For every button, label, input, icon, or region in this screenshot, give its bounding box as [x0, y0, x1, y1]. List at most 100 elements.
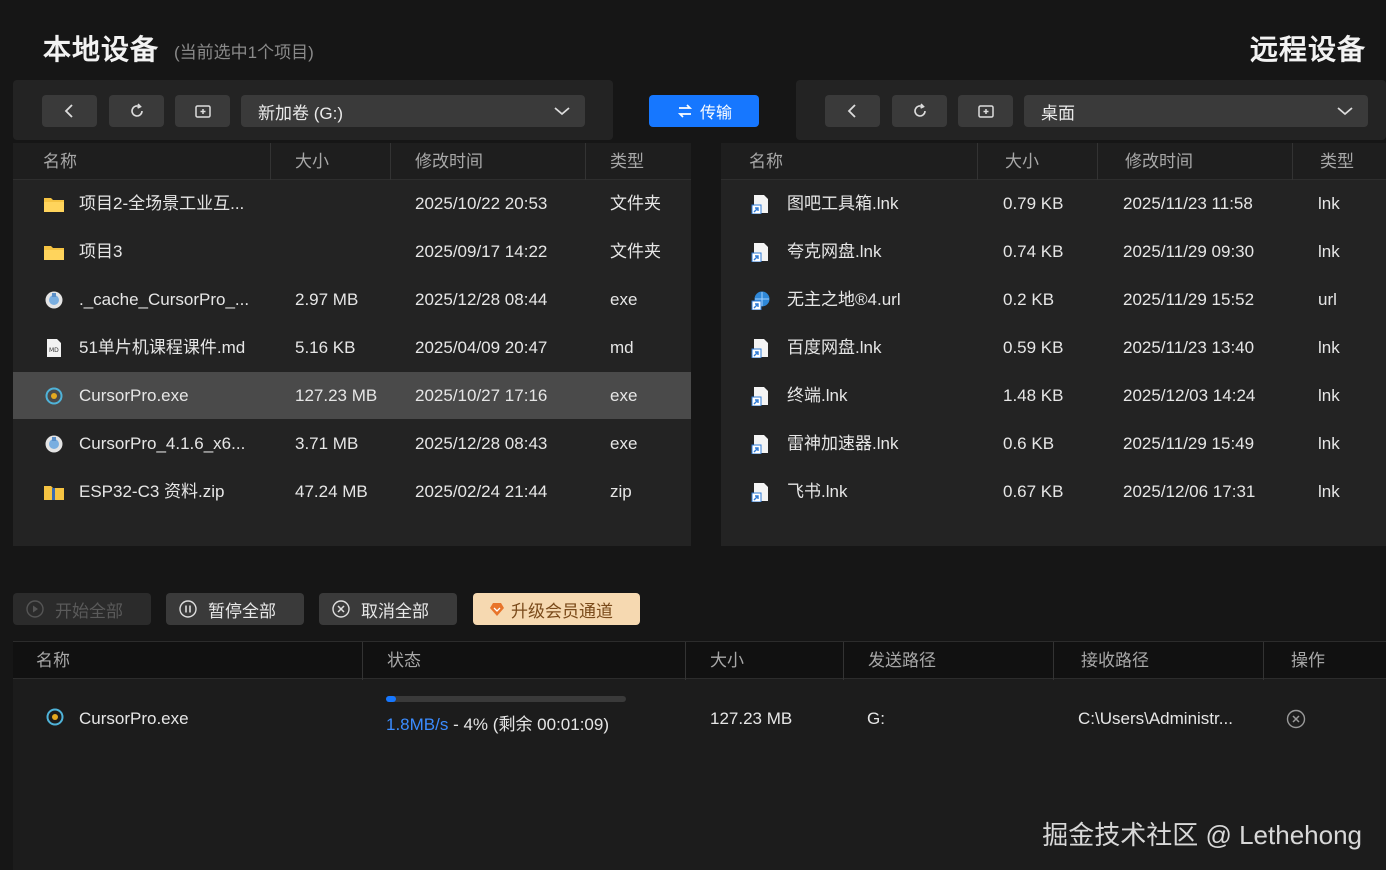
upgrade-vip-label: 升级会员通道	[511, 601, 613, 621]
remote-device-title: 远程设备	[1249, 34, 1366, 65]
transfer-button[interactable]: 传输	[649, 95, 759, 127]
status-separator: -	[448, 715, 464, 734]
remote-table-header: 名称 大小 修改时间 类型	[721, 143, 1386, 180]
file-row[interactable]: ESP32-C3 资料.zip 47.24 MB 2025/02/24 21:44 z…	[13, 468, 691, 515]
file-size: 47.24 MB	[295, 482, 368, 501]
col-modified[interactable]: 修改时间	[1097, 143, 1292, 180]
transfer-receive-path: C:\Users\Administr...	[1078, 709, 1233, 728]
back-button[interactable]	[42, 95, 97, 127]
file-row[interactable]: CursorPro.exe 127.23 MB 2025/10/27 17:16 ex…	[13, 372, 691, 419]
refresh-button[interactable]	[109, 95, 164, 127]
remote-back-button[interactable]	[825, 95, 880, 127]
file-modified: 2025/09/17 14:22	[415, 242, 548, 261]
col-name[interactable]: 名称	[33, 143, 270, 180]
file-row[interactable]: 图吧工具箱.lnk 0.79 KB 2025/11/23 11:58 lnk	[721, 180, 1386, 227]
file-name: CursorPro.exe	[79, 386, 189, 405]
remote-toolbar: 桌面	[796, 80, 1386, 140]
file-type: lnk	[1318, 194, 1340, 213]
new-folder-button[interactable]	[175, 95, 230, 127]
remote-new-folder-button[interactable]	[958, 95, 1013, 127]
installer-icon	[45, 291, 63, 309]
file-modified: 2025/04/09 20:47	[415, 338, 548, 357]
cancel-all-button[interactable]: 取消全部	[319, 593, 457, 625]
markdown-file-icon: MD	[47, 339, 61, 357]
col-send-path: 发送路径	[843, 642, 1053, 680]
col-receive-path: 接收路径	[1053, 642, 1263, 680]
col-size[interactable]: 大小	[270, 143, 390, 180]
app-exe-icon	[46, 708, 64, 726]
shortcut-icon	[751, 243, 768, 262]
file-type: zip	[610, 482, 632, 501]
col-transfer-name: 名称	[36, 651, 70, 670]
file-row[interactable]: 项目3 2025/09/17 14:22 文件夹	[13, 228, 691, 275]
col-action: 操作	[1263, 642, 1386, 680]
pause-all-button[interactable]: 暂停全部	[166, 593, 304, 625]
folder-icon	[44, 246, 64, 260]
chevron-down-icon	[1337, 107, 1353, 116]
file-modified: 2025/12/28 08:43	[415, 434, 548, 453]
new-folder-icon	[194, 105, 211, 118]
upgrade-vip-button[interactable]: 升级会员通道	[473, 593, 640, 625]
col-type[interactable]: 类型	[585, 143, 691, 180]
file-size: 0.6 KB	[1003, 434, 1055, 453]
shortcut-icon	[751, 339, 768, 358]
file-size: 0.74 KB	[1003, 242, 1064, 261]
file-row[interactable]: 无主之地®4.url 0.2 KB 2025/11/29 15:52 url	[721, 276, 1386, 323]
transfer-size: 127.23 MB	[710, 709, 793, 728]
local-table-header: 名称 大小 修改时间 类型	[13, 143, 691, 180]
watermark: 掘金技术社区 @ Lethehong	[1042, 820, 1362, 850]
file-row[interactable]: 百度网盘.lnk 0.59 KB 2025/11/23 13:40 lnk	[721, 324, 1386, 371]
local-path-label: 新加卷 (G:)	[258, 103, 343, 123]
zip-folder-icon	[44, 486, 64, 500]
file-row[interactable]: 夸克网盘.lnk 0.74 KB 2025/11/29 09:30 lnk	[721, 228, 1386, 275]
col-name[interactable]: 名称	[739, 143, 977, 180]
file-row[interactable]: 项目2-全场景工业互... 2025/10/22 20:53 文件夹	[13, 180, 691, 227]
remote-refresh-button[interactable]	[892, 95, 947, 127]
file-row[interactable]: ._cache_CursorPro_... 2.97 MB 2025/12/28 0…	[13, 276, 691, 323]
col-modified[interactable]: 修改时间	[390, 143, 585, 180]
file-type: lnk	[1318, 242, 1340, 261]
file-name: 雷神加速器.lnk	[787, 434, 899, 453]
remote-path-select[interactable]: 桌面	[1024, 95, 1368, 127]
file-row[interactable]: 终端.lnk 1.48 KB 2025/12/03 14:24 lnk	[721, 372, 1386, 419]
shortcut-icon	[751, 195, 768, 214]
file-size: 2.97 MB	[295, 290, 359, 309]
diamond-heart-icon	[490, 603, 504, 616]
file-name: 项目3	[79, 242, 123, 261]
transfer-status-text: 1.8MB/s - 4% (剩余 00:01:09)	[386, 701, 609, 748]
file-name: 百度网盘.lnk	[787, 338, 882, 357]
url-globe-icon	[751, 291, 770, 310]
file-row[interactable]: 雷神加速器.lnk 0.6 KB 2025/11/29 15:49 lnk	[721, 420, 1386, 467]
file-type: lnk	[1318, 338, 1340, 357]
file-modified: 2025/11/29 15:49	[1123, 434, 1255, 453]
selection-count: (当前选中1个项目)	[174, 43, 314, 62]
file-name: CursorPro_4.1.6_x6...	[79, 434, 246, 453]
cancel-all-label: 取消全部	[361, 601, 429, 621]
local-path-select[interactable]: 新加卷 (G:)	[241, 95, 585, 127]
col-type[interactable]: 类型	[1292, 143, 1386, 180]
file-type: exe	[610, 386, 638, 405]
file-modified: 2025/10/22 20:53	[415, 194, 548, 213]
transfer-percent: 4%	[463, 715, 489, 734]
start-all-button[interactable]: 开始全部	[13, 593, 151, 625]
file-modified: 2025/10/27 17:16	[415, 386, 548, 405]
file-row[interactable]: 飞书.lnk 0.67 KB 2025/12/06 17:31 lnk	[721, 468, 1386, 515]
swap-icon	[677, 104, 693, 118]
local-toolbar: 新加卷 (G:)	[13, 80, 613, 140]
file-type: url	[1318, 290, 1337, 309]
file-size: 127.23 MB	[295, 386, 378, 405]
transfer-remaining: (剩余 00:01:09)	[492, 715, 610, 734]
file-type: lnk	[1318, 434, 1340, 453]
remote-file-list: 名称 大小 修改时间 类型 图吧工具箱.lnk 0.79 KB 2025/11/23…	[721, 143, 1386, 546]
file-row[interactable]: CursorPro_4.1.6_x6... 3.71 MB 2025/12/28 0…	[13, 420, 691, 467]
installer-icon	[45, 435, 63, 453]
cancel-transfer-icon[interactable]	[1286, 709, 1306, 729]
col-size[interactable]: 大小	[977, 143, 1097, 180]
shortcut-icon	[751, 435, 768, 454]
file-size: 0.2 KB	[1003, 290, 1055, 309]
col-transfer-size: 大小	[685, 642, 843, 680]
file-size: 1.48 KB	[1003, 386, 1064, 405]
remote-path-label: 桌面	[1041, 103, 1075, 123]
file-row[interactable]: MD 51单片机课程课件.md 5.16 KB 2025/04/09 20:47 md	[13, 324, 691, 371]
file-type: exe	[610, 434, 638, 453]
